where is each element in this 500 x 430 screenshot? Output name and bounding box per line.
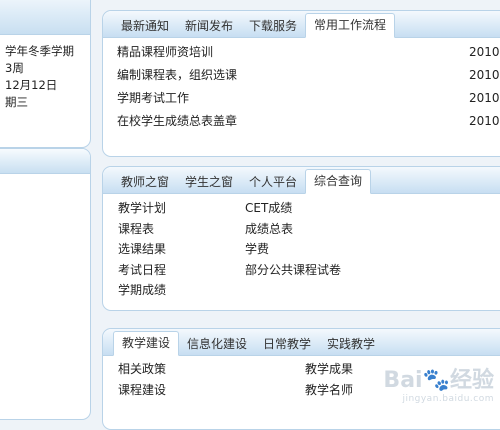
link-score-summary[interactable]: 成绩总表: [245, 219, 445, 240]
tab-latest-notice[interactable]: 最新通知: [113, 15, 177, 37]
watermark-url: jingyan.baidu.com: [402, 394, 494, 404]
link-related-policy[interactable]: 相关政策: [118, 359, 305, 380]
list-item: 编制课程表，组织选课 2010-0: [117, 65, 500, 88]
link-course-construction[interactable]: 课程建设: [118, 380, 305, 401]
link-timetable[interactable]: 课程表: [118, 219, 245, 240]
tab-news-release[interactable]: 新闻发布: [177, 15, 241, 37]
news-date: 2010-0: [469, 91, 500, 105]
news-panel: 最新通知 新闻发布 下载服务 常用工作流程 精品课程师资培训 2010-0 编制…: [102, 10, 500, 157]
news-link[interactable]: 在校学生成绩总表盖章: [117, 114, 237, 128]
list-item: 学期考试工作 2010-0: [117, 88, 500, 111]
term-text: 学年冬季学期: [5, 44, 74, 58]
tab-student-window[interactable]: 学生之窗: [177, 171, 241, 193]
left-info-panel: 学年冬季学期 3周 12月12日 期三: [0, 0, 91, 148]
link-public-course-papers[interactable]: 部分公共课程试卷: [245, 260, 445, 281]
left-info-header: [0, 0, 90, 35]
tab-informatization[interactable]: 信息化建设: [179, 333, 255, 355]
link-tuition[interactable]: 学费: [245, 239, 445, 260]
tab-common-workflow[interactable]: 常用工作流程: [305, 13, 396, 38]
link-teaching-plan[interactable]: 教学计划: [118, 198, 245, 219]
tab-teacher-window[interactable]: 教师之窗: [113, 171, 177, 193]
tab-comprehensive-query[interactable]: 综合查询: [305, 169, 372, 194]
news-date: 2010-0: [469, 45, 500, 59]
query-links: 教学计划 CET成绩 课程表 成绩总表 选课结果 学费 考试日程 部分公共课程试…: [103, 194, 500, 301]
tab-personal-platform[interactable]: 个人平台: [241, 171, 305, 193]
baidu-jingyan-watermark: Bai🐾经验 jingyan.baidu.com: [383, 362, 494, 404]
query-panel: 教师之窗 学生之窗 个人平台 综合查询 教学计划 CET成绩 课程表 成绩总表 …: [102, 166, 500, 311]
news-list: 精品课程师资培训 2010-0 编制课程表，组织选课 2010-0 学期考试工作…: [103, 38, 500, 134]
query-tabbar: 教师之窗 学生之窗 个人平台 综合查询: [103, 167, 500, 194]
news-link[interactable]: 精品课程师资培训: [117, 45, 213, 59]
link-course-selection-result[interactable]: 选课结果: [118, 239, 245, 260]
week-text: 3周: [5, 61, 24, 75]
news-link[interactable]: 编制课程表，组织选课: [117, 68, 237, 82]
weekday-text: 期三: [5, 95, 28, 109]
watermark-brand: Bai: [383, 368, 423, 393]
left-side-header: [0, 149, 90, 174]
link-term-scores[interactable]: 学期成绩: [118, 280, 245, 301]
list-item: 精品课程师资培训 2010-0: [117, 42, 500, 65]
news-date: 2010-0: [469, 68, 500, 82]
date-text: 12月12日: [5, 78, 58, 92]
tab-download-service[interactable]: 下载服务: [241, 15, 305, 37]
teaching-tabbar: 教学建设 信息化建设 日常教学 实践教学: [103, 329, 500, 356]
link-cet-score[interactable]: CET成绩: [245, 198, 445, 219]
left-side-panel: [0, 148, 91, 420]
link-exam-schedule[interactable]: 考试日程: [118, 260, 245, 281]
news-date: 2010-0: [469, 114, 500, 128]
tab-practice-teaching[interactable]: 实践教学: [319, 333, 383, 355]
watermark-brand-cn: 经验: [449, 368, 494, 393]
list-item: 在校学生成绩总表盖章 2010-0: [117, 111, 500, 134]
news-tabbar: 最新通知 新闻发布 下载服务 常用工作流程: [103, 11, 500, 38]
paw-icon: 🐾: [422, 368, 450, 393]
news-link[interactable]: 学期考试工作: [117, 91, 189, 105]
tab-daily-teaching[interactable]: 日常教学: [255, 333, 319, 355]
tab-teaching-construction[interactable]: 教学建设: [113, 331, 180, 356]
